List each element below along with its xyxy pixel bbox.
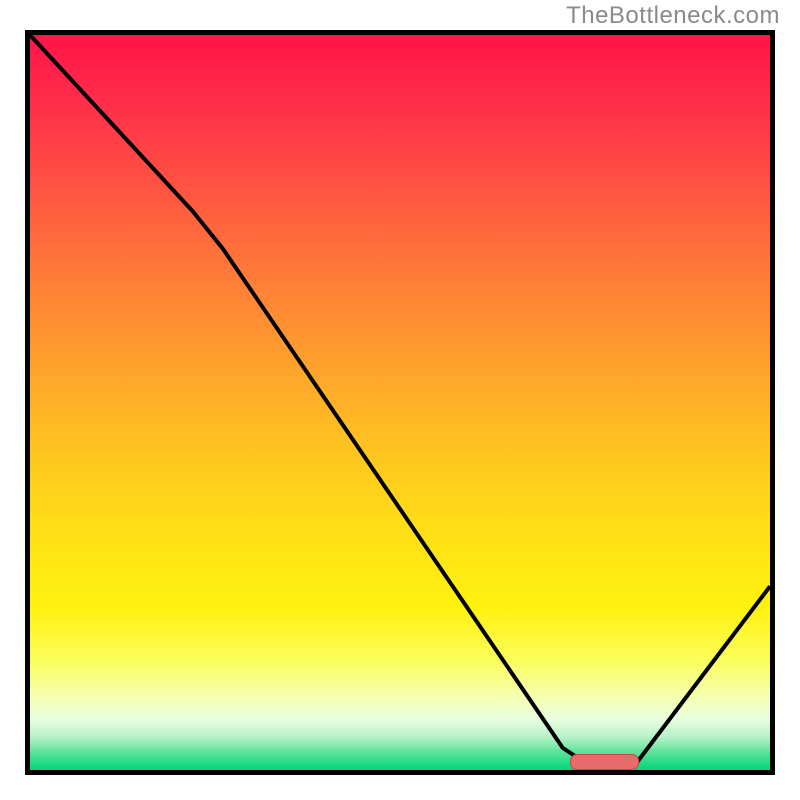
optimal-range-marker [570, 754, 639, 770]
watermark-text: TheBottleneck.com [566, 2, 780, 30]
chart-plot-area [25, 30, 775, 775]
bottleneck-curve [30, 35, 770, 770]
